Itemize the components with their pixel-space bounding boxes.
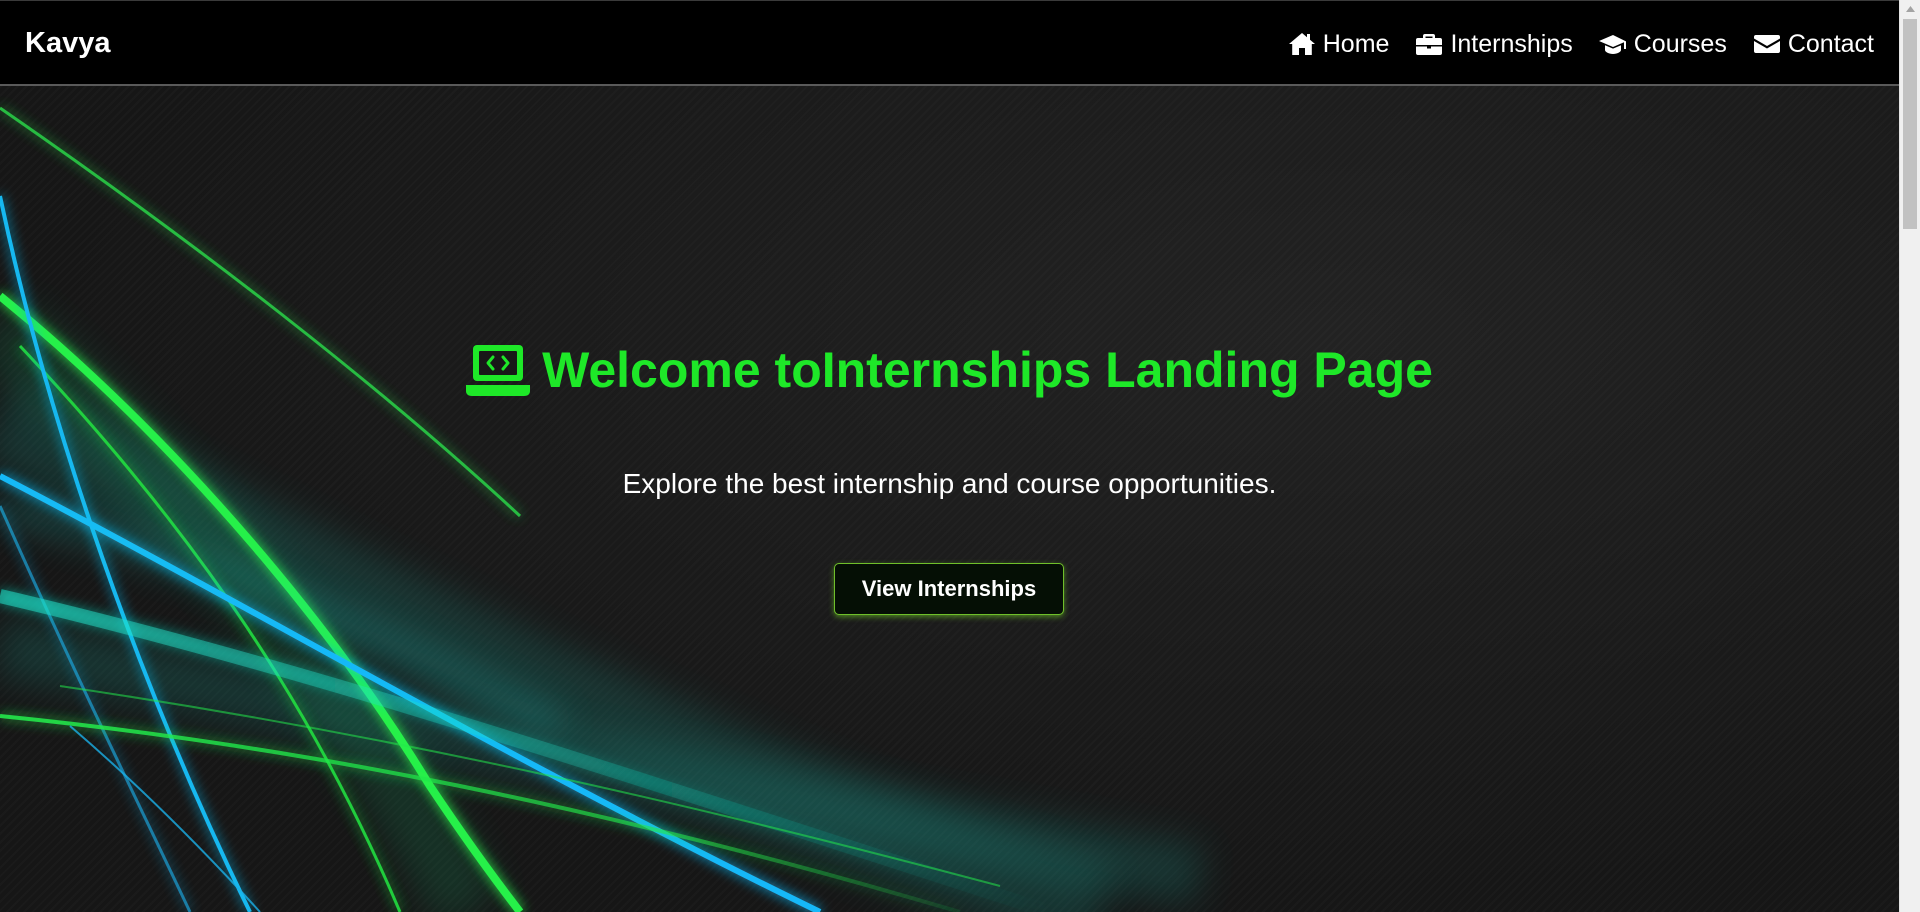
nav-item-label: Contact xyxy=(1787,30,1874,58)
navbar: Kavya Home Internships Courses Contact xyxy=(0,0,1899,86)
brand-logo[interactable]: Kavya xyxy=(25,25,110,61)
page: Welcome toInternships Landing Page Explo… xyxy=(0,0,1920,912)
view-internships-button[interactable]: View Internships xyxy=(834,563,1064,615)
hero-subtitle: Explore the best internship and course o… xyxy=(622,468,1277,499)
briefcase-icon xyxy=(1415,30,1443,58)
nav-item-contact[interactable]: Contact xyxy=(1753,27,1874,61)
nav-item-internships[interactable]: Internships xyxy=(1415,27,1573,61)
nav-item-home[interactable]: Home xyxy=(1288,27,1390,61)
home-icon xyxy=(1288,30,1316,58)
envelope-icon xyxy=(1753,30,1781,58)
hero-title-text: Welcome toInternships Landing Page xyxy=(542,342,1433,398)
scroll-thumb[interactable] xyxy=(1903,19,1917,229)
page-scrollbar[interactable] xyxy=(1899,0,1920,912)
scroll-up-arrow-icon[interactable] xyxy=(1900,0,1920,17)
nav-item-label: Home xyxy=(1322,30,1390,58)
hero-content: Welcome toInternships Landing Page Explo… xyxy=(0,86,1899,912)
main-nav: Home Internships Courses Contact xyxy=(1288,27,1874,61)
nav-item-courses[interactable]: Courses xyxy=(1598,27,1727,61)
nav-item-label: Courses xyxy=(1633,30,1727,58)
laptop-code-icon xyxy=(466,342,531,398)
hero-title: Welcome toInternships Landing Page xyxy=(0,338,1899,402)
nav-item-label: Internships xyxy=(1450,30,1573,58)
hero-section: Welcome toInternships Landing Page Explo… xyxy=(0,86,1899,912)
graduation-cap-icon xyxy=(1598,30,1627,58)
